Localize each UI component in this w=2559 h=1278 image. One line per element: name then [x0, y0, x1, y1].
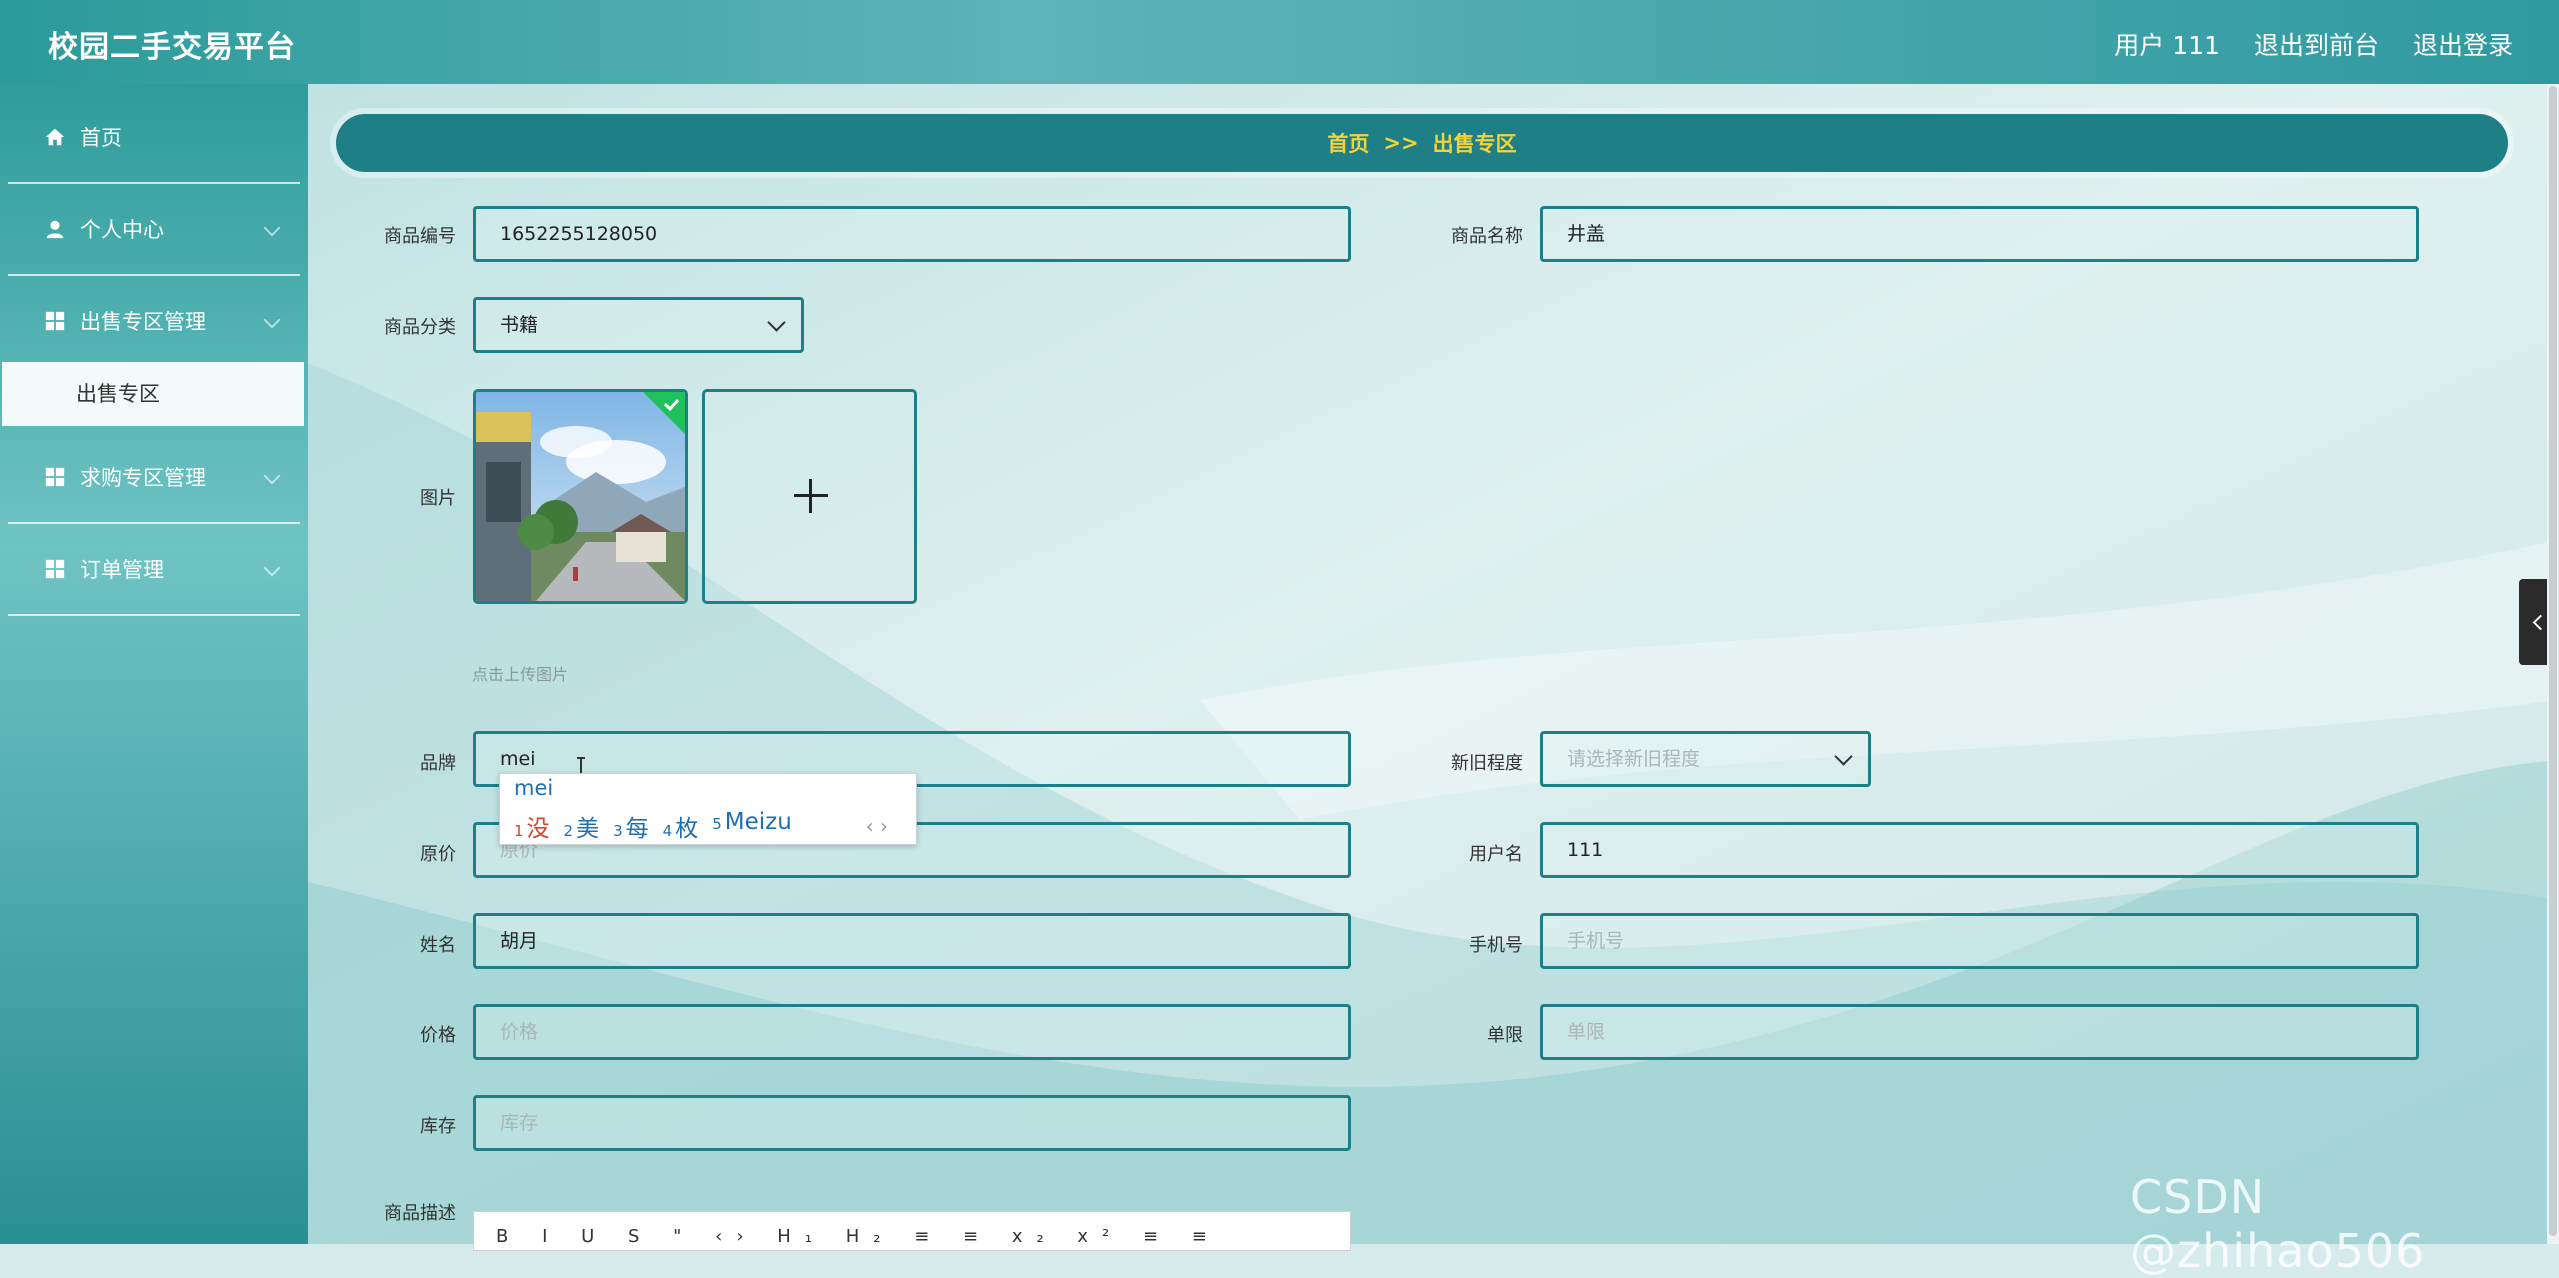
upload-hint: 点击上传图片 — [472, 665, 569, 684]
ime-composition: mei — [514, 776, 554, 800]
plus-icon-vertical — [809, 479, 812, 513]
ime-candidate[interactable]: 2美 — [564, 809, 600, 843]
scrollbar-thumb[interactable] — [2549, 86, 2557, 1236]
brand-label: 品牌 — [420, 753, 456, 774]
product-code-input[interactable]: 1652255128050 — [473, 206, 1351, 262]
breadcrumb: 首页 >> 出售专区 — [336, 114, 2508, 172]
logout-link[interactable]: 退出登录 — [2413, 26, 2513, 62]
phone-input[interactable]: 手机号 — [1540, 913, 2419, 969]
upload-success-badge — [643, 392, 685, 434]
description-editor-toolbar[interactable]: B I U S " ‹› H₁ H₂ ≡ ≡ x₂ x² ≡ ≡ — [473, 1211, 1351, 1251]
sidebar-item-orders[interactable]: 订单管理 — [8, 524, 300, 616]
user-icon — [46, 220, 64, 239]
chevron-down-icon — [263, 311, 281, 329]
sidebar-item-sale-management[interactable]: 出售专区管理 — [8, 276, 300, 368]
sidebar-item-profile[interactable]: 个人中心 — [8, 184, 300, 276]
sidebar-item-label: 订单管理 — [80, 558, 164, 582]
ime-candidate[interactable]: 4枚 — [663, 809, 699, 843]
ime-candidate-popup: mei 1没 2美 3每 4枚 5 Meizu ‹ › — [499, 773, 917, 845]
phone-label: 手机号 — [1469, 935, 1523, 956]
sidebar-item-label: 出售专区管理 — [80, 310, 206, 334]
chevron-down-icon — [767, 313, 786, 332]
stock-label: 库存 — [420, 1116, 456, 1137]
watermark: CSDN @zhihao506 — [2130, 1170, 2426, 1278]
original-price-label: 原价 — [420, 844, 456, 865]
sidebar-item-label: 首页 — [80, 126, 122, 150]
name-input[interactable]: 胡月 — [473, 913, 1351, 969]
product-code-label: 商品编号 — [384, 226, 456, 247]
chevron-down-icon — [1834, 747, 1853, 766]
limit-label: 单限 — [1487, 1025, 1523, 1046]
price-input[interactable]: 价格 — [473, 1004, 1351, 1060]
description-label: 商品描述 — [384, 1203, 456, 1224]
ime-candidate[interactable]: 1没 — [514, 809, 550, 843]
sidebar-item-label: 个人中心 — [80, 218, 164, 242]
price-label: 价格 — [420, 1025, 456, 1046]
user-label: 用户 111 — [2114, 31, 2220, 60]
name-label: 姓名 — [420, 935, 456, 956]
stock-input[interactable]: 库存 — [473, 1095, 1351, 1151]
ime-candidate[interactable]: 5 Meizu — [712, 809, 792, 843]
username-label: 用户名 — [1469, 844, 1523, 865]
image-label: 图片 — [420, 488, 456, 509]
breadcrumb-home[interactable]: 首页 — [1327, 128, 1369, 158]
upload-image-button[interactable] — [702, 389, 917, 604]
condition-placeholder: 请选择新旧程度 — [1567, 748, 1701, 770]
product-name-label: 商品名称 — [1451, 226, 1523, 247]
chevron-left-icon — [2532, 614, 2549, 631]
sidebar-subitem-sale-zone[interactable]: 出售专区 — [2, 362, 304, 426]
condition-select[interactable]: 请选择新旧程度 — [1540, 731, 1871, 787]
app-title: 校园二手交易平台 — [48, 30, 296, 65]
sidebar-item-home[interactable]: 首页 — [8, 92, 300, 184]
chevron-down-icon — [263, 219, 281, 237]
back-to-front-link[interactable]: 退出到前台 — [2254, 26, 2379, 62]
grid-icon — [45, 311, 65, 331]
sidebar-item-label: 求购专区管理 — [80, 466, 206, 490]
grid-icon — [45, 467, 65, 487]
breadcrumb-separator: >> — [1383, 131, 1419, 155]
category-label: 商品分类 — [384, 317, 456, 338]
ime-page-nav[interactable]: ‹ › — [866, 814, 888, 838]
product-name-input[interactable]: 井盖 — [1540, 206, 2419, 262]
sidebar: 首页 个人中心 出售专区管理 出售专区 求购专区管理 订单管理 — [0, 84, 308, 1244]
category-value: 书籍 — [500, 314, 539, 336]
uploaded-image-thumbnail[interactable] — [473, 389, 688, 604]
ime-candidate-list: 1没 2美 3每 4枚 5 Meizu — [514, 809, 792, 843]
limit-input[interactable]: 单限 — [1540, 1004, 2419, 1060]
ime-candidate[interactable]: 3每 — [613, 809, 649, 843]
sidebar-item-purchase-management[interactable]: 求购专区管理 — [8, 432, 300, 524]
username-input[interactable]: 111 — [1540, 822, 2419, 878]
top-header: 校园二手交易平台 用户 111 退出到前台 退出登录 — [0, 0, 2559, 84]
top-nav: 用户 111 退出到前台 退出登录 — [2114, 26, 2513, 62]
condition-label: 新旧程度 — [1451, 753, 1523, 774]
breadcrumb-current: 出售专区 — [1432, 132, 1517, 156]
chevron-down-icon — [263, 559, 281, 577]
chevron-down-icon — [263, 467, 281, 485]
grid-icon — [45, 559, 65, 579]
category-select[interactable]: 书籍 — [473, 297, 804, 353]
home-icon — [45, 128, 65, 146]
